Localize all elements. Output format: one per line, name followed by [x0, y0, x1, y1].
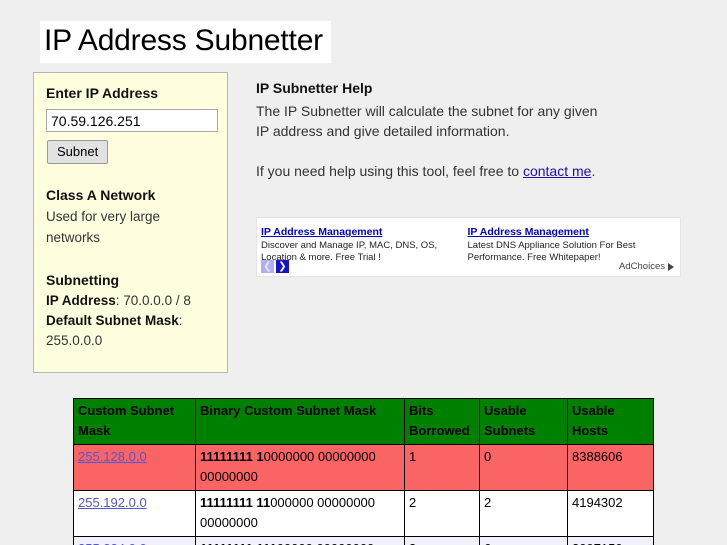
- ad-item: IP Address Management Latest DNS Applian…: [468, 222, 675, 263]
- advertisement-block: IP Address Management Discover and Manag…: [256, 217, 681, 277]
- ip-address-value: : 70.0.0.0 / 8: [115, 293, 191, 308]
- help-contact-suffix: .: [591, 163, 596, 179]
- help-spacer: [256, 141, 686, 161]
- subnetting-section: Subnetting IP Address: 70.0.0.0 / 8 Defa…: [46, 271, 213, 351]
- cell-usable-subnets: 6: [479, 536, 568, 545]
- ad-pager: ❮ ❯: [261, 260, 289, 273]
- subnetting-heading: Subnetting: [46, 272, 120, 288]
- subnet-table-body: 255.128.0.0 11111111 10000000 00000000 0…: [73, 444, 654, 545]
- cell-custom-subnet-mask: 255.224.0.0: [73, 536, 196, 545]
- subnet-table: Custom Subnet Mask Binary Custom Subnet …: [73, 398, 654, 545]
- form-heading: Enter IP Address: [46, 85, 159, 101]
- column-header-binary-custom-subnet-mask: Binary Custom Subnet Mask: [195, 398, 405, 445]
- class-description: Used for very large networks: [46, 209, 161, 245]
- binary-network-bits: 11111111 1: [200, 449, 264, 464]
- column-header-custom-subnet-mask: Custom Subnet Mask: [73, 398, 196, 445]
- cell-custom-subnet-mask: 255.128.0.0: [73, 444, 196, 491]
- subnet-mask-link[interactable]: 255.128.0.0: [78, 449, 147, 464]
- page-title: IP Address Subnetter: [44, 24, 323, 57]
- cell-usable-subnets: 0: [479, 444, 568, 491]
- help-heading: IP Subnetter Help: [256, 80, 373, 96]
- ad-title-link[interactable]: IP Address Management: [468, 226, 589, 239]
- default-mask-colon: :: [178, 313, 183, 328]
- cell-usable-hosts: 4194302: [567, 490, 654, 537]
- cell-usable-hosts: 8388606: [567, 444, 654, 491]
- ad-footer: ❮ ❯ AdChoices: [261, 260, 674, 273]
- help-contact-prefix: If you need help using this tool, feel f…: [256, 163, 523, 179]
- ip-address-row: IP Address: 70.0.0.0 / 8: [46, 291, 213, 311]
- chevron-left-icon[interactable]: ❮: [261, 260, 274, 273]
- binary-network-bits: 11111111 11: [200, 495, 271, 510]
- ad-title-link[interactable]: IP Address Management: [261, 226, 382, 239]
- adchoices-label: AdChoices: [619, 261, 665, 272]
- default-mask-row: Default Subnet Mask:: [46, 311, 213, 331]
- table-row: 255.224.0.0 11111111 11100000 00000000 0…: [73, 536, 654, 545]
- subnet-table-head: Custom Subnet Mask Binary Custom Subnet …: [73, 398, 654, 445]
- subnet-mask-link[interactable]: 255.192.0.0: [78, 495, 147, 510]
- subnet-table-wrapper: Custom Subnet Mask Binary Custom Subnet …: [73, 398, 654, 545]
- page-root: IP Address Subnetter Enter IP Address Su…: [0, 0, 727, 545]
- cell-bits-borrowed: 1: [404, 444, 480, 491]
- chevron-right-icon[interactable]: ❯: [276, 260, 289, 273]
- cell-binary-mask: 11111111 10000000 00000000 00000000: [195, 444, 405, 491]
- ad-item: IP Address Management Discover and Manag…: [261, 222, 468, 263]
- contact-me-link[interactable]: contact me: [523, 163, 591, 179]
- ad-description-line-1: Latest DNS Appliance Solution For Best: [467, 240, 636, 251]
- ad-columns: IP Address Management Discover and Manag…: [261, 222, 674, 263]
- subnet-submit-button[interactable]: Subnet: [47, 140, 109, 164]
- ad-description-line-1: Discover and Manage IP, MAC, DNS, OS,: [261, 240, 438, 251]
- cell-bits-borrowed: 2: [404, 490, 480, 537]
- page-title-box: IP Address Subnetter: [40, 21, 331, 63]
- class-info-section: Class A Network Used for very large netw…: [46, 186, 213, 248]
- help-contact-line: If you need help using this tool, feel f…: [256, 161, 686, 181]
- help-line-2: IP address and give detailed information…: [256, 123, 510, 139]
- class-heading: Class A Network: [46, 187, 156, 203]
- table-header-row: Custom Subnet Mask Binary Custom Subnet …: [73, 398, 654, 445]
- adchoices-triangle-icon: [668, 262, 674, 271]
- adchoices-control[interactable]: AdChoices: [619, 261, 674, 272]
- column-header-usable-hosts: Usable Hosts: [567, 398, 654, 445]
- cell-usable-subnets: 2: [479, 490, 568, 537]
- column-header-bits-borrowed: Bits Borrowed: [404, 398, 480, 445]
- table-row: 255.128.0.0 11111111 10000000 00000000 0…: [73, 444, 654, 491]
- cell-custom-subnet-mask: 255.192.0.0: [73, 490, 196, 537]
- default-mask-value: 255.0.0.0: [46, 333, 103, 348]
- cell-bits-borrowed: 3: [404, 536, 480, 545]
- default-mask-label: Default Subnet Mask: [46, 313, 179, 328]
- cell-binary-mask: 11111111 11100000 00000000 00000000: [195, 536, 405, 545]
- binary-network-bits: 11111111 111: [200, 541, 277, 545]
- column-header-usable-subnets: Usable Subnets: [479, 398, 568, 445]
- cell-binary-mask: 11111111 11000000 00000000 00000000: [195, 490, 405, 537]
- table-row: 255.192.0.0 11111111 11000000 00000000 0…: [73, 490, 654, 537]
- ip-address-input[interactable]: [46, 109, 218, 132]
- cell-usable-hosts: 2097150: [567, 536, 654, 545]
- ip-address-label: IP Address: [46, 293, 116, 308]
- subnet-form-panel: Enter IP Address Subnet Class A Network …: [33, 72, 228, 373]
- help-line-1: The IP Subnetter will calculate the subn…: [256, 103, 598, 119]
- help-section: IP Subnetter Help The IP Subnetter will …: [256, 79, 686, 181]
- subnet-mask-link[interactable]: 255.224.0.0: [78, 541, 147, 545]
